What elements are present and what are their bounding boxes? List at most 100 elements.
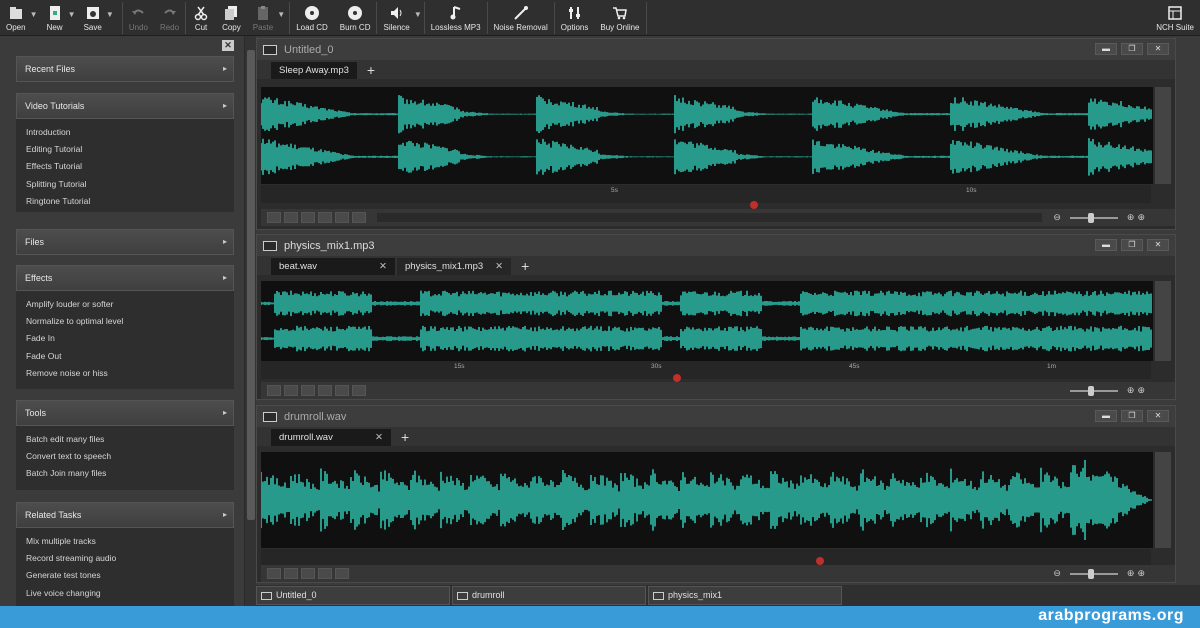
zoom-in-icon[interactable]: ⊕ [1127, 212, 1135, 223]
zoom-tool-icon[interactable] [301, 568, 315, 579]
tab-file[interactable]: beat.wav ✕ [271, 258, 395, 275]
section-header-tools[interactable]: Tools ▸ [16, 400, 234, 426]
zoom-tool-icon[interactable] [335, 212, 349, 223]
zoom-fit-icon[interactable]: ⊕ [1137, 212, 1145, 223]
vertical-scrollbar[interactable] [1155, 281, 1171, 361]
new-dropdown-arrow[interactable]: ▼ [68, 10, 76, 19]
zoom-slider-thumb[interactable] [1087, 212, 1094, 223]
minimize-button[interactable]: ▬ [1095, 239, 1117, 251]
close-tab-icon[interactable]: ✕ [379, 258, 387, 275]
section-header-video-tutorials[interactable]: Video Tutorials ▸ [16, 93, 234, 119]
save-button[interactable]: Save ▼ [78, 0, 114, 36]
section-header-related-tasks[interactable]: Related Tasks ▸ [16, 502, 234, 528]
buy-online-button[interactable]: Buy Online [594, 0, 645, 36]
link-fade-out[interactable]: Fade Out [26, 348, 234, 365]
link-normalize[interactable]: Normalize to optimal level [26, 313, 234, 330]
horizontal-scrollbar[interactable] [377, 386, 1053, 395]
zoom-out-icon[interactable]: ⊖ [1053, 212, 1061, 223]
link-text-to-speech[interactable]: Convert text to speech [26, 448, 234, 465]
section-header-effects[interactable]: Effects ▸ [16, 265, 234, 291]
zoom-in-icon[interactable]: ⊕ [1127, 568, 1135, 579]
link-voice-changing[interactable]: Live voice changing [26, 585, 234, 602]
lossless-mp3-button[interactable]: Lossless MP3 [425, 0, 487, 36]
section-header-recent-files[interactable]: Recent Files ▸ [16, 56, 234, 82]
cut-button[interactable]: Cut [186, 0, 216, 36]
zoom-tool-icon[interactable] [267, 212, 281, 223]
zoom-tool-icon[interactable] [318, 385, 332, 396]
copy-button[interactable]: Copy [216, 0, 247, 36]
close-tab-icon[interactable]: ✕ [495, 258, 503, 275]
zoom-tool-icon[interactable] [301, 385, 315, 396]
link-effects-tutorial[interactable]: Effects Tutorial [26, 158, 234, 175]
zoom-tool-icon[interactable] [318, 212, 332, 223]
sidebar-scrollbar[interactable] [244, 36, 256, 606]
add-tab-icon[interactable]: + [359, 62, 375, 79]
vertical-scrollbar[interactable] [1155, 87, 1171, 184]
zoom-slider[interactable] [1069, 385, 1118, 396]
taskbar-item[interactable]: physics_mix1 [648, 586, 842, 605]
waveform-display[interactable] [261, 281, 1153, 361]
link-introduction[interactable]: Introduction [26, 124, 234, 141]
silence-button[interactable]: Silence ▼ [377, 0, 422, 36]
save-dropdown-arrow[interactable]: ▼ [106, 10, 114, 19]
link-remove-noise[interactable]: Remove noise or hiss [26, 365, 234, 382]
options-button[interactable]: Options [555, 0, 595, 36]
open-dropdown-arrow[interactable]: ▼ [30, 10, 38, 19]
undo-button[interactable]: Undo [123, 0, 154, 36]
close-button[interactable]: ✕ [1147, 239, 1169, 251]
minimize-button[interactable]: ▬ [1095, 43, 1117, 55]
playhead-marker[interactable] [673, 374, 681, 382]
zoom-tool-icon[interactable] [352, 212, 366, 223]
waveform-display[interactable] [261, 452, 1153, 548]
link-batch-join[interactable]: Batch Join many files [26, 465, 234, 482]
zoom-tool-icon[interactable] [318, 568, 332, 579]
minimize-button[interactable]: ▬ [1095, 410, 1117, 422]
tab-file[interactable]: Sleep Away.mp3 [271, 62, 357, 79]
redo-button[interactable]: Redo [154, 0, 185, 36]
close-button[interactable]: ✕ [1147, 410, 1169, 422]
zoom-tool-icon[interactable] [301, 212, 315, 223]
close-tab-icon[interactable]: ✕ [375, 429, 383, 446]
new-button[interactable]: New ▼ [40, 0, 76, 36]
zoom-tool-icon[interactable] [335, 385, 349, 396]
zoom-fit-icon[interactable]: ⊕ [1137, 568, 1145, 579]
close-sidebar-icon[interactable]: ✕ [222, 40, 234, 51]
maximize-button[interactable]: ❐ [1121, 410, 1143, 422]
zoom-slider[interactable] [1069, 568, 1118, 579]
paste-button[interactable]: Paste ▼ [247, 0, 285, 36]
nch-suite-button[interactable]: NCH Suite [1150, 0, 1200, 36]
zoom-in-icon[interactable]: ⊕ [1127, 385, 1135, 396]
zoom-tool-icon[interactable] [284, 568, 298, 579]
zoom-tool-icon[interactable] [352, 385, 366, 396]
zoom-out-icon[interactable]: ⊖ [1053, 568, 1061, 579]
horizontal-scrollbar[interactable] [377, 213, 1043, 222]
link-editing-tutorial[interactable]: Editing Tutorial [26, 141, 234, 158]
link-fade-in[interactable]: Fade In [26, 330, 234, 347]
vertical-scrollbar[interactable] [1155, 452, 1171, 548]
link-ringtone-tutorial[interactable]: Ringtone Tutorial [26, 193, 234, 210]
waveform-display[interactable] [261, 87, 1153, 184]
add-tab-icon[interactable]: + [393, 429, 409, 446]
add-tab-icon[interactable]: + [513, 258, 529, 275]
section-header-files[interactable]: Files ▸ [16, 229, 234, 255]
link-splitting-tutorial[interactable]: Splitting Tutorial [26, 176, 234, 193]
link-record-streaming[interactable]: Record streaming audio [26, 550, 234, 567]
burn-cd-button[interactable]: Burn CD [334, 0, 377, 36]
horizontal-scrollbar[interactable] [360, 569, 1042, 578]
link-mix-tracks[interactable]: Mix multiple tracks [26, 533, 234, 550]
link-test-tones[interactable]: Generate test tones [26, 567, 234, 584]
playhead-marker[interactable] [750, 201, 758, 209]
taskbar-item[interactable]: drumroll [452, 586, 646, 605]
tab-file[interactable]: physics_mix1.mp3 ✕ [397, 258, 512, 275]
sidebar-scroll-thumb[interactable] [247, 50, 255, 520]
zoom-tool-icon[interactable] [267, 385, 281, 396]
tab-file[interactable]: drumroll.wav ✕ [271, 429, 391, 446]
pencil-tool-icon[interactable] [267, 568, 281, 579]
close-button[interactable]: ✕ [1147, 43, 1169, 55]
load-cd-button[interactable]: Load CD [290, 0, 334, 36]
taskbar-item[interactable]: Untitled_0 [256, 586, 450, 605]
zoom-slider[interactable] [1069, 212, 1118, 223]
silence-dropdown-arrow[interactable]: ▼ [414, 10, 422, 19]
zoom-slider-thumb[interactable] [1087, 568, 1094, 579]
maximize-button[interactable]: ❐ [1121, 239, 1143, 251]
